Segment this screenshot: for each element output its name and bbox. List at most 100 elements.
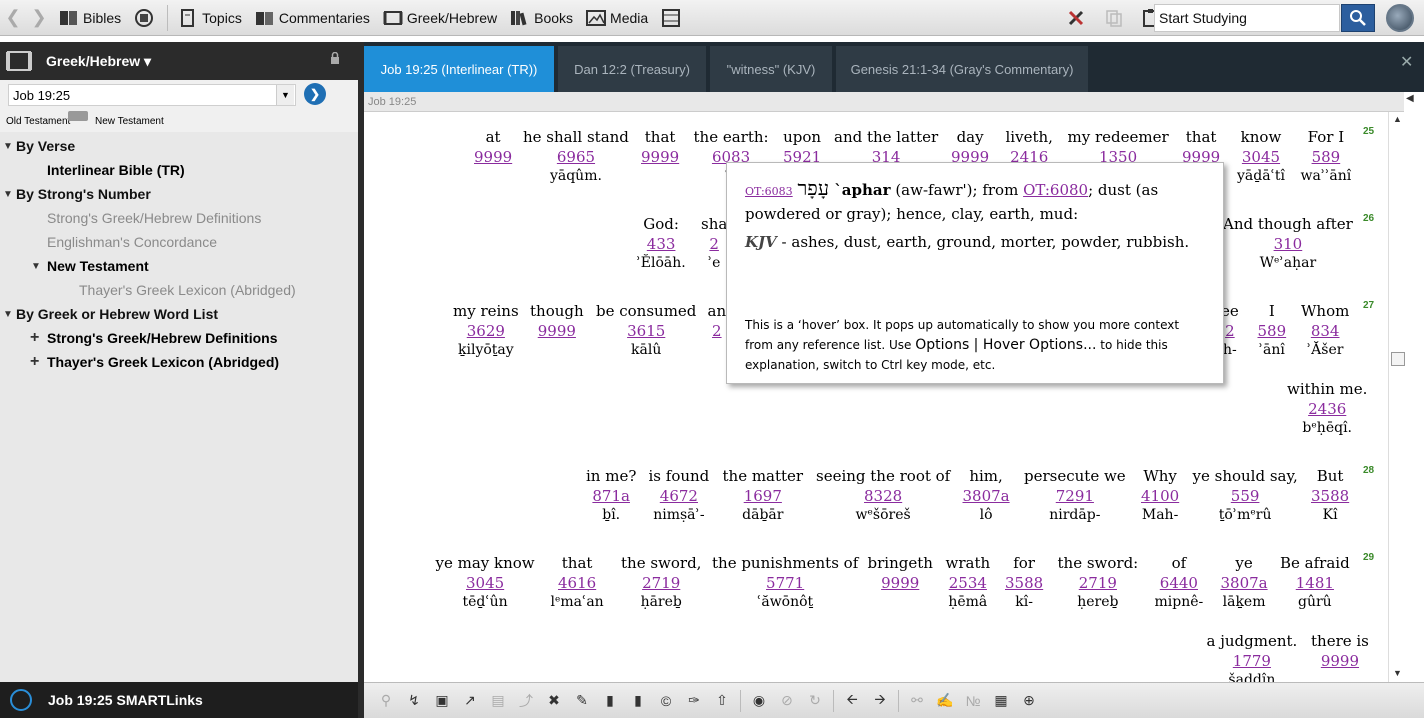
strongs-number-link[interactable]: 2 [701,234,727,254]
strongs-number-link[interactable]: 6965 [523,147,629,167]
parallel-bible-button[interactable] [129,3,162,33]
search-icon[interactable]: ⚲ [376,691,396,711]
go-arrow-icon[interactable]: ❯ [304,83,326,105]
strongs-number-link[interactable]: 6440 [1155,573,1204,593]
vertical-scrollbar[interactable]: ▲ ▼ [1388,112,1406,682]
forward-arrow-icon[interactable]: ❯ [26,3,52,33]
tab-genesis-commentary[interactable]: Genesis 21:1-34 (Gray's Commentary) [836,46,1088,92]
strongs-number-link[interactable]: 3615 [596,321,696,341]
search-input[interactable]: Start Studying [1154,4,1340,32]
notes-icon[interactable]: ▮ [628,691,648,711]
tree-item-new-testament[interactable]: ▼ New Testament [0,254,358,278]
strongs-number-link[interactable]: 2719 [621,573,701,593]
strongs-number-link[interactable]: 7291 [1024,486,1126,506]
tree-item-strongs-definitions[interactable]: Strong's Greek/Hebrew Definitions [0,206,358,230]
tab-witness-kjv[interactable]: "witness" (KJV) [710,46,832,92]
expand-arrow-icon[interactable]: ▼ [3,141,13,152]
from-ref-link[interactable]: OT:6080 [1023,181,1088,199]
tab-dan-treasury[interactable]: Dan 12:2 (Treasury) [558,46,706,92]
book-icon[interactable]: ▮ [600,691,620,711]
share-icon[interactable]: ⇧ [712,691,732,711]
plus-icon[interactable]: + [30,353,39,371]
topics-button[interactable]: Topics [173,3,246,33]
layout-icon[interactable]: ▦ [991,691,1011,711]
copy-button[interactable] [1099,3,1132,33]
search-button[interactable] [1341,4,1375,32]
strongs-number-link[interactable]: 2 [708,321,727,341]
add-column-icon[interactable]: ⊕ [1019,691,1039,711]
zoom-icon[interactable]: ↯ [404,691,424,711]
edit-icon[interactable]: ✎ [572,691,592,711]
strongs-number-link[interactable]: 3807a [963,486,1010,506]
strongs-number-link[interactable]: 8328 [816,486,950,506]
copy-icon[interactable]: ▤ [488,691,508,711]
strongs-number-link[interactable]: 310 [1223,234,1353,254]
strongs-number-link[interactable]: 589 [1258,321,1287,341]
books-button[interactable]: Books [505,3,577,33]
tree-item-interlinear-bible[interactable]: Interlinear Bible (TR) [0,158,358,182]
media-button[interactable]: Media [581,3,652,33]
film-button[interactable] [656,3,689,33]
greek-hebrew-button[interactable]: Greek/Hebrew [378,3,501,33]
plus-icon[interactable]: + [30,329,39,347]
copyright-icon[interactable]: © [656,691,676,711]
expand-arrow-icon[interactable]: ▼ [3,189,13,200]
strongs-number-link[interactable]: 559 [1193,486,1298,506]
tools-icon[interactable]: ✖ [544,691,564,711]
panel-title[interactable]: Greek/Hebrew ▾ [46,53,151,70]
pin-icon[interactable]: ⤴ [516,691,536,711]
highlight-icon[interactable]: ✑ [684,691,704,711]
strongs-number-link[interactable]: 1481 [1280,573,1350,593]
tree-item-wordlist-strongs-definitions[interactable]: + Strong's Greek/Hebrew Definitions [0,326,358,350]
strongs-number-link[interactable]: 1697 [723,486,804,506]
strongs-number-link[interactable]: 3629 [453,321,519,341]
chevron-down-icon[interactable]: ▼ [276,85,294,105]
compass-icon[interactable] [1386,4,1414,32]
tools-button[interactable] [1062,3,1095,33]
lock-icon[interactable] [330,52,340,64]
scroll-up-icon[interactable]: ▲ [1393,114,1402,124]
close-icon[interactable]: ✕ [1400,52,1413,72]
strongs-number-link[interactable]: 2719 [1058,573,1139,593]
numbering-icon[interactable]: № [963,691,983,711]
strongs-number-link[interactable]: 433 [637,234,686,254]
preview-icon[interactable]: ▣ [432,691,452,711]
link-icon[interactable]: ⚯ [907,691,927,711]
strongs-number-link[interactable]: 871a [586,486,636,506]
cancel-icon[interactable]: ⊘ [777,691,797,711]
expand-arrow-icon[interactable]: ▼ [31,261,41,272]
tree-item-by-word-list[interactable]: ▼ By Greek or Hebrew Word List [0,302,358,326]
edit-note-icon[interactable]: ✍ [935,691,955,711]
open-external-icon[interactable]: ↗ [460,691,480,711]
next-arrow-icon[interactable]: 🡪 [870,691,890,711]
bibles-button[interactable]: Bibles [54,3,125,33]
strongs-ref-link[interactable]: OT:6083 [745,185,793,198]
strongs-number-link[interactable]: 9999 [530,321,584,341]
smartlinks-footer[interactable]: Job 19:25 SMARTLinks [0,682,358,718]
strongs-number-link[interactable]: 4672 [649,486,710,506]
strongs-number-link[interactable]: 4616 [551,573,604,593]
strongs-number-link[interactable]: 3588 [1311,486,1349,506]
tree-item-wordlist-thayers-lexicon[interactable]: + Thayer's Greek Lexicon (Abridged) [0,350,358,374]
strongs-number-link[interactable]: 589 [1301,147,1352,167]
sync-icon[interactable]: ↻ [805,691,825,711]
scroll-thumb[interactable] [1391,352,1405,366]
strongs-number-link[interactable]: 9999 [474,147,512,167]
testament-toggle[interactable] [68,111,88,121]
strongs-number-link[interactable]: 2534 [946,573,991,593]
strongs-number-link[interactable]: 834 [1301,321,1349,341]
audio-icon[interactable]: ◉ [749,691,769,711]
strongs-number-link[interactable]: 3807a [1221,573,1268,593]
collapse-left-icon[interactable]: ◀ [1406,93,1420,109]
strongs-number-link[interactable]: 9999 [868,573,933,593]
previous-arrow-icon[interactable]: 🡨 [842,691,862,711]
commentaries-button[interactable]: Commentaries [250,3,374,33]
strongs-number-link[interactable]: 3045 [1237,147,1285,167]
scroll-down-icon[interactable]: ▼ [1393,668,1402,678]
strongs-number-link[interactable]: 4100 [1141,486,1179,506]
strongs-number-link[interactable]: 1779 [1207,651,1298,671]
reference-input[interactable]: Job 19:25 [8,84,296,106]
tree-item-by-verse[interactable]: ▼ By Verse [0,134,358,158]
tree-item-by-strongs-number[interactable]: ▼ By Strong's Number [0,182,358,206]
strongs-number-link[interactable]: 5771 [712,573,858,593]
